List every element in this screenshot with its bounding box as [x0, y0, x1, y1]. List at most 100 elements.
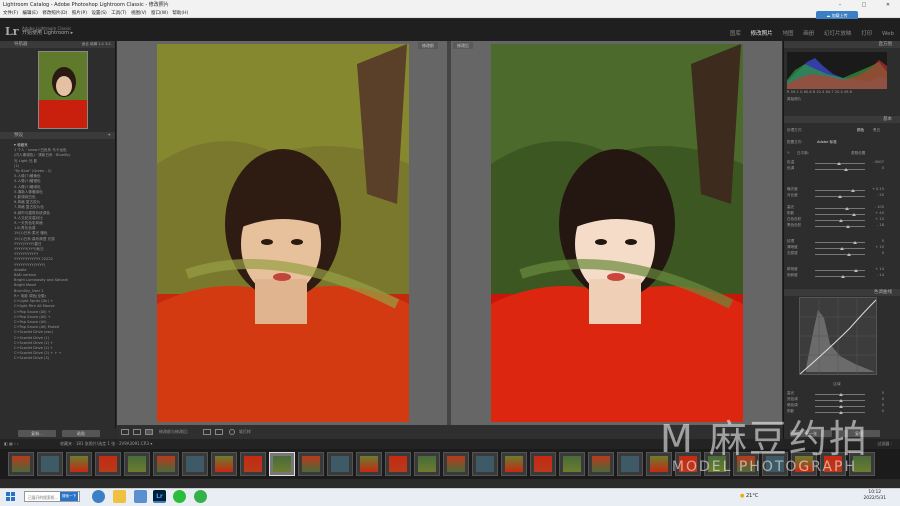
filmstrip-thumb[interactable]	[298, 452, 324, 476]
navigator-zoom-options[interactable]: 适合 填满 1:1 3:1	[82, 41, 111, 48]
slider-knob[interactable]	[846, 225, 850, 228]
filmstrip-source[interactable]: 收藏夹 · 181 张照片/选定 1 张 · 2V9A3091.CR3 ▾	[60, 439, 152, 449]
slider-track[interactable]	[815, 219, 865, 222]
slider-value[interactable]: 0	[868, 391, 884, 396]
wechat-icon[interactable]	[173, 490, 186, 503]
slider-track[interactable]	[815, 411, 865, 414]
filmstrip-thumb[interactable]	[211, 452, 237, 476]
filmstrip-thumb[interactable]	[385, 452, 411, 476]
module-map[interactable]: 地图	[782, 31, 793, 37]
lightroom-taskbar-icon[interactable]: Lr	[153, 490, 166, 503]
slider-value[interactable]: 0	[868, 239, 884, 244]
filmstrip-thumb[interactable]	[182, 452, 208, 476]
maximize-button[interactable]: □	[852, 0, 876, 10]
slider-knob[interactable]	[839, 393, 843, 396]
paste-settings-button[interactable]: 粘贴	[62, 430, 100, 437]
slider-value[interactable]: 0	[868, 409, 884, 414]
mail-icon[interactable]	[134, 490, 147, 503]
eyedropper-icon[interactable]: ✎	[787, 151, 790, 155]
loupe-view-icon[interactable]	[121, 429, 129, 435]
slider-value[interactable]: + 10	[868, 217, 884, 222]
menu-tools[interactable]: 工具(T)	[111, 10, 126, 18]
filmstrip-thumb[interactable]	[37, 452, 63, 476]
slider-knob[interactable]	[839, 405, 843, 408]
slider-track[interactable]	[815, 162, 865, 165]
before-after-view-icon[interactable]	[133, 429, 141, 435]
filmstrip-thumb[interactable]	[559, 452, 585, 476]
filmstrip-thumb[interactable]	[8, 452, 34, 476]
slider-value[interactable]: 0	[868, 251, 884, 256]
edge-browser-icon[interactable]	[92, 490, 105, 503]
slider-value[interactable]: + 0.15	[868, 187, 884, 192]
swap-before-after-icon[interactable]	[215, 429, 223, 435]
module-print[interactable]: 打印	[861, 31, 872, 37]
slider-knob[interactable]	[847, 253, 851, 256]
slider-track[interactable]	[815, 213, 865, 216]
slider-value[interactable]: -5007	[868, 160, 884, 165]
identity-line2[interactable]: 开始使用 Lightroom ▸	[22, 31, 73, 36]
slider-value[interactable]: + 14	[868, 267, 884, 272]
slider-track[interactable]	[815, 253, 865, 256]
basic-panel-header[interactable]: 基本	[784, 116, 900, 123]
slider-knob[interactable]	[845, 207, 849, 210]
add-preset-icon[interactable]: +	[107, 132, 111, 139]
navigator-preview[interactable]	[38, 51, 88, 129]
slider-knob[interactable]	[840, 247, 844, 250]
before-photo[interactable]	[157, 44, 409, 422]
filmstrip-nav-icons[interactable]: ◧ ▦ ‹ ›	[4, 439, 19, 449]
weather-widget[interactable]: ● 21°C	[740, 493, 758, 499]
filmstrip-thumb[interactable]	[414, 452, 440, 476]
menu-develop[interactable]: 修改照片(D)	[42, 10, 67, 18]
preset-list[interactable]: ▾ 收藏夹 1 个人 · snow+白色系 马卡龙色 (内人像调色) · 清新日系 …	[14, 143, 114, 426]
slider-track[interactable]	[815, 189, 865, 192]
slider-value[interactable]: 0	[868, 166, 884, 171]
slider-track[interactable]	[815, 168, 865, 171]
module-web[interactable]: Web	[882, 31, 894, 37]
slider-track[interactable]	[815, 269, 865, 272]
slider-knob[interactable]	[853, 241, 857, 244]
windows-start-icon[interactable]	[6, 492, 15, 501]
slider-track[interactable]	[815, 225, 865, 228]
filmstrip-thumb[interactable]	[443, 452, 469, 476]
filmstrip-thumb[interactable]	[95, 452, 121, 476]
slider-track[interactable]	[815, 275, 865, 278]
filmstrip-filter[interactable]: 过滤器 :	[877, 439, 892, 449]
module-library[interactable]: 图库	[730, 31, 741, 37]
slider-track[interactable]	[815, 195, 865, 198]
slider-knob[interactable]	[844, 168, 848, 171]
histogram-header[interactable]: 直方图	[784, 41, 900, 48]
filmstrip-thumb[interactable]	[240, 452, 266, 476]
module-book[interactable]: 画册	[803, 31, 814, 37]
filmstrip-thumb[interactable]	[153, 452, 179, 476]
filmstrip-thumb[interactable]	[617, 452, 643, 476]
filmstrip-thumb[interactable]	[66, 452, 92, 476]
profile-select[interactable]: Adobe 标准	[817, 140, 837, 145]
menu-edit[interactable]: 编辑(E)	[23, 10, 38, 18]
slider-value[interactable]: - 100	[868, 205, 884, 210]
slider-value[interactable]: + 10	[868, 245, 884, 250]
slider-knob[interactable]	[854, 269, 858, 272]
soft-proof-label[interactable]: 软打样	[239, 425, 251, 439]
menu-photo[interactable]: 照片(P)	[72, 10, 87, 18]
filmstrip-thumb[interactable]	[588, 452, 614, 476]
app-icon[interactable]	[194, 490, 207, 503]
slider-knob[interactable]	[839, 411, 843, 414]
wb-select[interactable]: 原照设置	[851, 151, 865, 156]
filmstrip-thumb[interactable]	[472, 452, 498, 476]
treatment-color[interactable]: 颜色	[857, 128, 864, 133]
menu-window[interactable]: 窗口(W)	[151, 10, 168, 18]
slider-knob[interactable]	[841, 275, 845, 278]
close-button[interactable]: ✕	[876, 0, 900, 10]
menu-view[interactable]: 视图(V)	[131, 10, 147, 18]
filmstrip-thumb[interactable]	[530, 452, 556, 476]
slider-track[interactable]	[815, 393, 865, 396]
after-photo[interactable]	[491, 44, 743, 422]
filmstrip-thumb[interactable]	[327, 452, 353, 476]
module-develop[interactable]: 修改照片	[751, 31, 773, 37]
slider-track[interactable]	[815, 207, 865, 210]
filmstrip-thumb[interactable]	[356, 452, 382, 476]
preset-item[interactable]: C+Scarlet Drive (3)	[14, 356, 114, 361]
filmstrip-thumb[interactable]	[501, 452, 527, 476]
taskbar-search-button[interactable]: 搜索一下	[60, 492, 78, 501]
slider-knob[interactable]	[838, 195, 842, 198]
